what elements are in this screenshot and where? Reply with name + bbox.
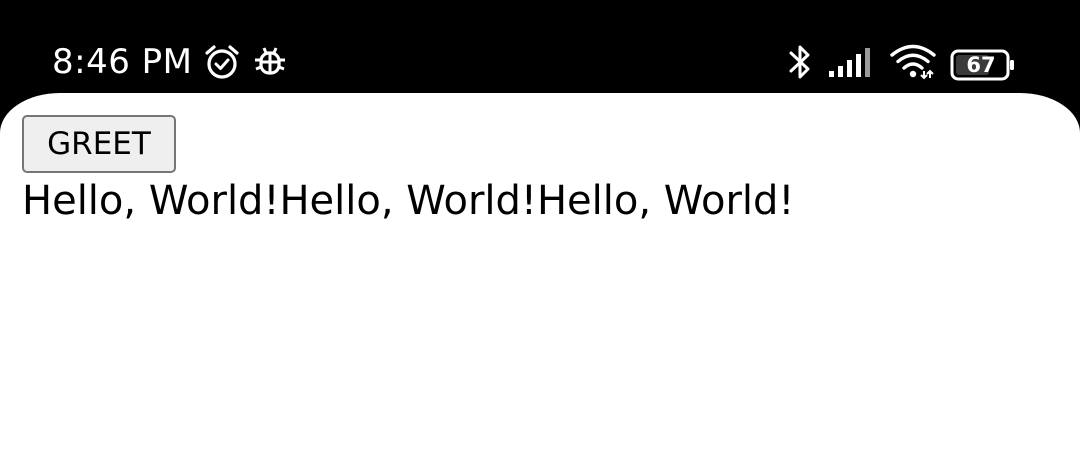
status-bar: 8:46 PM 67 — [0, 0, 1080, 95]
bug-icon — [251, 43, 289, 81]
battery-icon: 67 — [950, 49, 1016, 81]
status-bar-left: 8:46 PM — [52, 38, 289, 86]
alarm-icon — [203, 43, 241, 81]
battery-level: 67 — [966, 52, 996, 77]
bluetooth-icon — [786, 42, 814, 87]
signal-icon — [828, 46, 876, 83]
clock: 8:46 PM — [52, 42, 193, 82]
app-content: GREET Hello, World!Hello, World!Hello, W… — [0, 93, 1080, 458]
status-bar-right: 67 — [786, 42, 1016, 87]
wifi-icon — [890, 44, 936, 85]
greeting-output: Hello, World!Hello, World!Hello, World! — [22, 178, 795, 224]
greet-button[interactable]: GREET — [22, 115, 176, 173]
